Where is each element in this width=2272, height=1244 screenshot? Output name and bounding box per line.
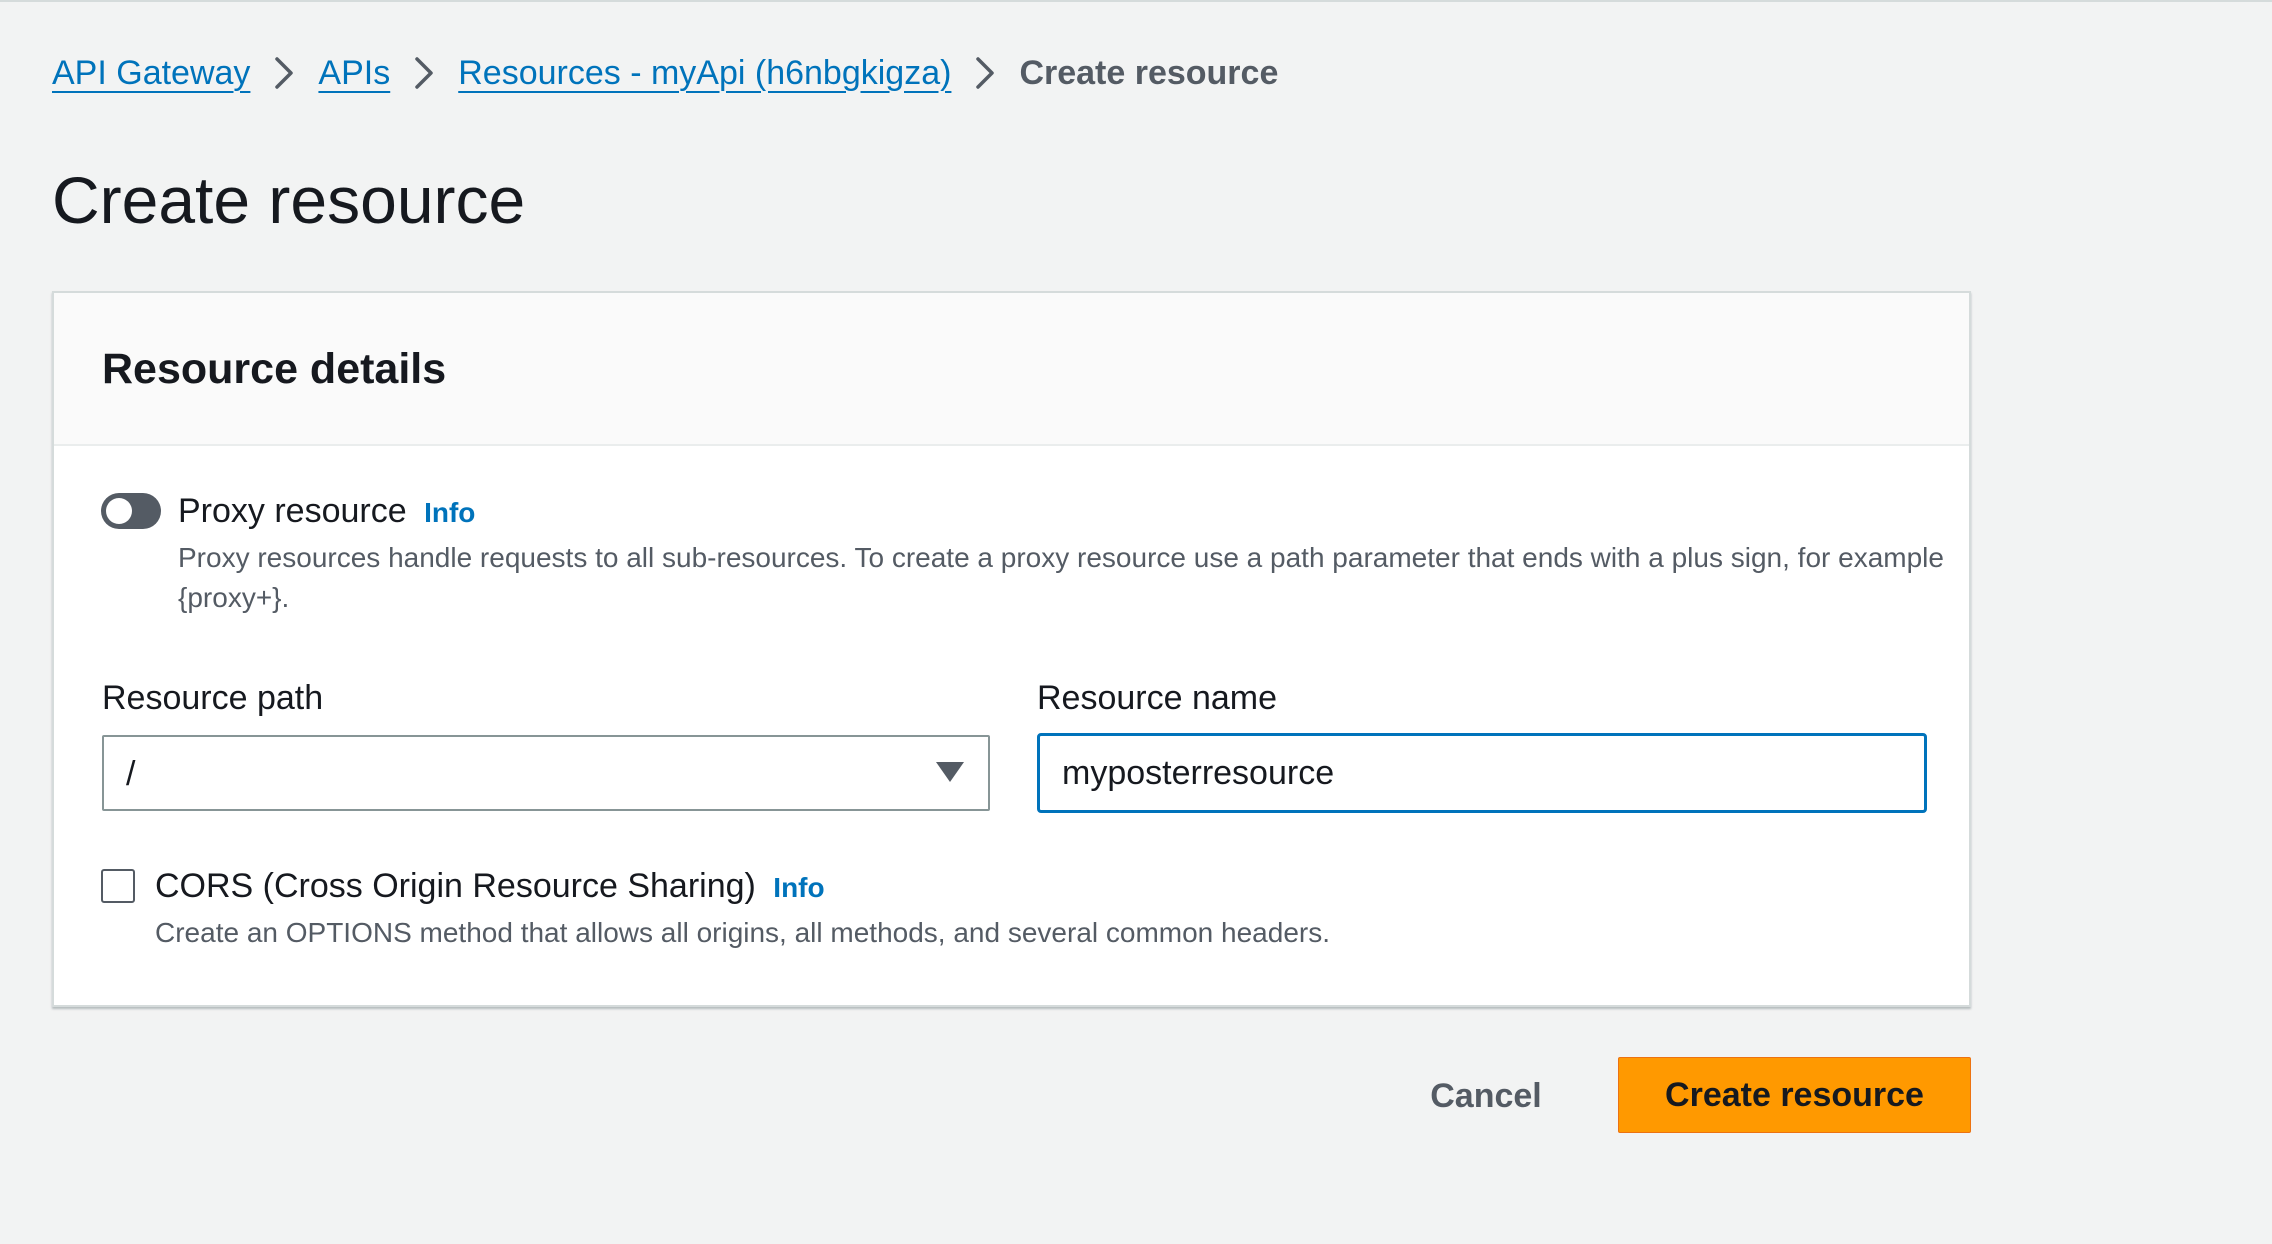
cors-description: Create an OPTIONS method that allows all… bbox=[155, 917, 1331, 948]
proxy-resource-label: Proxy resource bbox=[178, 492, 407, 530]
resource-path-label: Resource path bbox=[102, 679, 324, 717]
proxy-resource-label-row: Proxy resource Info bbox=[178, 490, 475, 534]
breadcrumb-link-apis[interactable]: APIs bbox=[318, 54, 390, 93]
cors-info-link[interactable]: Info bbox=[773, 872, 824, 903]
resource-path-select[interactable]: / bbox=[102, 735, 990, 811]
toggle-knob bbox=[106, 498, 132, 524]
create-resource-button[interactable]: Create resource bbox=[1618, 1057, 1971, 1133]
panel-header: Resource details bbox=[54, 293, 1969, 446]
cors-label-row: CORS (Cross Origin Resource Sharing) Inf… bbox=[155, 865, 825, 909]
chevron-right-icon bbox=[963, 50, 1007, 96]
page-title: Create resource bbox=[52, 163, 526, 237]
panel-title: Resource details bbox=[102, 345, 447, 393]
cors-checkbox[interactable] bbox=[101, 869, 135, 903]
chevron-right-icon bbox=[402, 50, 446, 96]
resource-name-label: Resource name bbox=[1037, 679, 1278, 717]
breadcrumb-link-api-gateway[interactable]: API Gateway bbox=[52, 54, 250, 93]
proxy-info-link[interactable]: Info bbox=[424, 497, 475, 528]
cancel-button[interactable]: Cancel bbox=[1406, 1058, 1566, 1134]
breadcrumb-link-resources[interactable]: Resources - myApi (h6nbgkigza) bbox=[458, 54, 951, 93]
cors-label: CORS (Cross Origin Resource Sharing) bbox=[155, 867, 756, 905]
top-divider bbox=[0, 0, 2272, 2]
breadcrumb: API Gateway APIs Resources - myApi (h6nb… bbox=[52, 50, 1278, 96]
proxy-resource-description: Proxy resources handle requests to all s… bbox=[178, 542, 1944, 613]
chevron-right-icon bbox=[262, 50, 306, 96]
resource-details-panel: Resource details Proxy resource Info Pro… bbox=[52, 291, 1971, 1007]
breadcrumb-current: Create resource bbox=[1019, 53, 1279, 92]
resource-name-input[interactable] bbox=[1037, 733, 1927, 813]
caret-down-icon bbox=[936, 762, 964, 782]
resource-path-value: / bbox=[126, 755, 136, 793]
proxy-resource-toggle[interactable] bbox=[101, 493, 161, 529]
